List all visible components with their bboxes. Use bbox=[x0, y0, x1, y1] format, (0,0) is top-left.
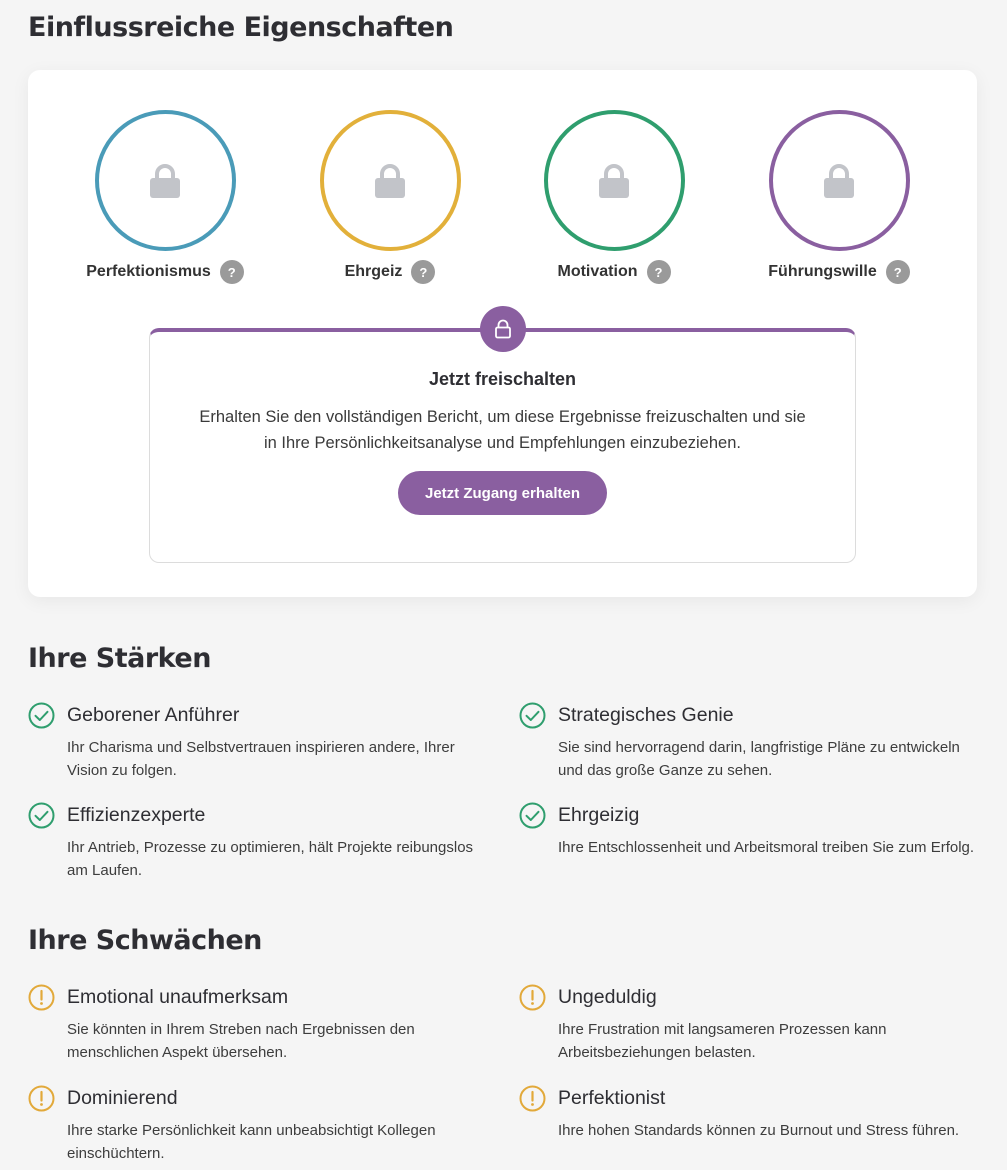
lock-icon bbox=[150, 163, 180, 198]
weakness-title: Perfektionist bbox=[558, 1087, 666, 1109]
strength-description: Ihr Charisma und Selbstvertrauen inspiri… bbox=[67, 739, 455, 779]
warning-circle-icon bbox=[28, 984, 55, 1011]
trait-perfektionismus: Perfektionismus ? bbox=[65, 110, 265, 284]
warning-circle-icon bbox=[28, 1085, 55, 1112]
influential-heading: Einflussreiche Eigenschaften bbox=[28, 12, 454, 43]
trait-label: Führungswille bbox=[768, 263, 877, 280]
weakness-description: Ihre starke Persönlichkeit kann unbeabsi… bbox=[67, 1122, 436, 1162]
strength-title: Effizienzexperte bbox=[67, 804, 206, 826]
trait-label: Ehrgeiz bbox=[344, 263, 403, 280]
trait-ring bbox=[94, 110, 236, 251]
help-icon[interactable]: ? bbox=[646, 260, 671, 284]
lock-icon bbox=[375, 163, 405, 198]
traits-card: Perfektionismus ? Ehrgeiz ? Motivation ?… bbox=[28, 70, 977, 597]
unlock-description: Erhalten Sie den vollständigen Bericht, … bbox=[199, 408, 806, 452]
page: Einflussreiche Eigenschaften Perfektioni… bbox=[0, 0, 1007, 1170]
strength-title: Geborener Anführer bbox=[67, 704, 240, 726]
unlock-panel: Jetzt freischalten Erhalten Sie den voll… bbox=[149, 306, 856, 563]
weakness-description: Ihre hohen Standards können zu Burnout u… bbox=[558, 1122, 960, 1139]
weakness-description: Sie könnten in Ihrem Streben nach Ergebn… bbox=[67, 1021, 415, 1061]
help-icon[interactable]: ? bbox=[219, 260, 244, 284]
get-access-button[interactable]: Jetzt Zugang erhalten bbox=[398, 471, 607, 515]
check-circle-icon bbox=[28, 802, 55, 829]
trait-label: Perfektionismus bbox=[86, 263, 211, 280]
check-circle-icon bbox=[519, 702, 546, 729]
strength-title: Ehrgeizig bbox=[558, 804, 640, 826]
trait-ehrgeiz: Ehrgeiz ? bbox=[290, 110, 490, 284]
unlock-title: Jetzt freischalten bbox=[428, 369, 577, 389]
trait-ring bbox=[543, 110, 685, 251]
warning-circle-icon bbox=[519, 984, 546, 1011]
weaknesses-heading: Ihre Schwächen bbox=[28, 925, 262, 956]
help-icon[interactable]: ? bbox=[411, 260, 436, 284]
weakness-description: Ihre Frustration mit langsameren Prozess… bbox=[558, 1021, 887, 1061]
warning-circle-icon bbox=[519, 1085, 546, 1112]
strength-description: Sie sind hervorragend darin, langfristig… bbox=[558, 739, 960, 779]
strengths-heading: Ihre Stärken bbox=[28, 643, 211, 674]
lock-icon bbox=[824, 163, 854, 198]
lock-icon bbox=[495, 319, 511, 339]
weakness-title: Ungeduldig bbox=[558, 986, 657, 1008]
check-circle-icon bbox=[28, 702, 55, 729]
help-icon[interactable]: ? bbox=[885, 260, 910, 284]
lock-icon bbox=[599, 163, 629, 198]
trait-label: Motivation bbox=[557, 263, 638, 280]
weakness-title: Emotional unaufmerksam bbox=[67, 986, 289, 1008]
trait-fuehrungswille: Führungswille ? bbox=[739, 110, 939, 284]
strength-description: Ihre Entschlossenheit und Arbeitsmoral t… bbox=[558, 839, 975, 856]
trait-ring bbox=[768, 110, 910, 251]
weakness-title: Dominierend bbox=[67, 1087, 178, 1109]
lock-badge bbox=[480, 306, 526, 352]
strength-title: Strategisches Genie bbox=[558, 704, 734, 726]
check-circle-icon bbox=[519, 802, 546, 829]
strength-description: Ihr Antrieb, Prozesse zu optimieren, häl… bbox=[67, 839, 474, 879]
trait-motivation: Motivation ? bbox=[514, 110, 714, 284]
trait-ring bbox=[319, 110, 461, 251]
